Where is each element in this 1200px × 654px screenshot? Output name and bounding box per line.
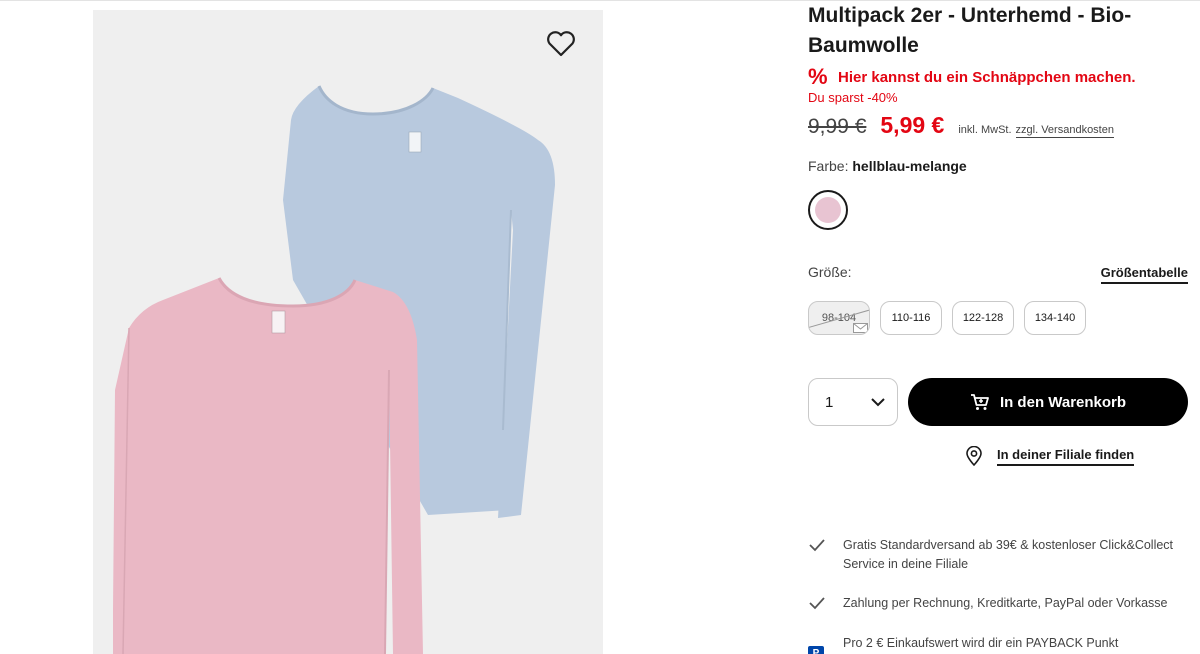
check-icon [809, 597, 825, 610]
old-price: 9,99 € [808, 115, 867, 138]
size-options: 98-104 110-116 122-128 134-140 [808, 301, 1096, 335]
product-title: Multipack 2er - Unterhemd - Bio-Baumwoll… [808, 4, 1132, 57]
deal-banner: % Hier kannst du ein Schnäppchen machen. [808, 66, 1136, 88]
color-value: hellblau-melange [852, 158, 967, 174]
shopping-cart-icon [970, 394, 989, 410]
size-option[interactable]: 134-140 [1024, 301, 1086, 335]
payback-icon: P [808, 646, 824, 654]
price-row: 9,99 € 5,99 € inkl. MwSt. zzgl. Versandk… [808, 112, 1114, 139]
benefit-item: Gratis Standardversand ab 39€ & kostenlo… [808, 536, 1188, 574]
benefit-text: Gratis Standardversand ab 39€ & kostenlo… [843, 538, 1174, 571]
size-option-label: 134-140 [1034, 312, 1076, 324]
pink-shirt [113, 278, 423, 654]
benefit-item: Zahlung per Rechnung, Kreditkarte, PayPa… [808, 594, 1188, 615]
product-image[interactable] [93, 10, 603, 654]
tax-note: inkl. MwSt. [958, 124, 1012, 136]
add-to-cart-label: In den Warenkorb [999, 393, 1127, 411]
location-pin-icon [966, 446, 982, 466]
find-in-store-label: In deiner Filiale finden [997, 447, 1135, 466]
percent-icon: % [808, 64, 828, 89]
savings-text: Du sparst -40% [808, 90, 898, 105]
color-swatch[interactable] [808, 190, 848, 230]
wishlist-button[interactable] [546, 30, 580, 60]
size-option[interactable]: 122-128 [952, 301, 1014, 335]
check-icon [809, 539, 825, 552]
benefit-text: Pro 2 € Einkaufswert wird dir ein PAYBAC… [843, 636, 1119, 650]
size-label: Größe: [808, 264, 852, 280]
quantity-select[interactable]: 1 [808, 378, 898, 426]
find-in-store-link[interactable]: In deiner Filiale finden [965, 446, 1135, 466]
size-chart-link[interactable]: Größentabelle [1100, 265, 1188, 284]
size-option[interactable]: 98-104 [808, 301, 870, 335]
deal-text: Hier kannst du ein Schnäppchen machen. [838, 68, 1136, 86]
color-row: Farbe: hellblau-melange [808, 158, 967, 174]
quantity-value: 1 [825, 393, 834, 411]
mail-icon [853, 323, 868, 333]
color-label: Farbe: [808, 158, 849, 174]
chevron-down-icon [871, 397, 885, 406]
size-option[interactable]: 110-116 [880, 301, 942, 335]
color-swatch-fill [815, 197, 841, 223]
size-option-label: 122-128 [962, 312, 1004, 324]
benefit-text: Zahlung per Rechnung, Kreditkarte, PayPa… [843, 596, 1168, 610]
size-option-label: 110-116 [891, 312, 931, 324]
heart-outline-icon [547, 31, 575, 57]
shipping-costs-link[interactable]: zzgl. Versandkosten [1015, 124, 1114, 138]
benefit-item: P Pro 2 € Einkaufswert wird dir ein PAYB… [808, 634, 1188, 654]
shirts-illustration [113, 85, 555, 654]
sale-price: 5,99 € [880, 112, 945, 138]
add-to-cart-button[interactable]: In den Warenkorb [908, 378, 1188, 426]
